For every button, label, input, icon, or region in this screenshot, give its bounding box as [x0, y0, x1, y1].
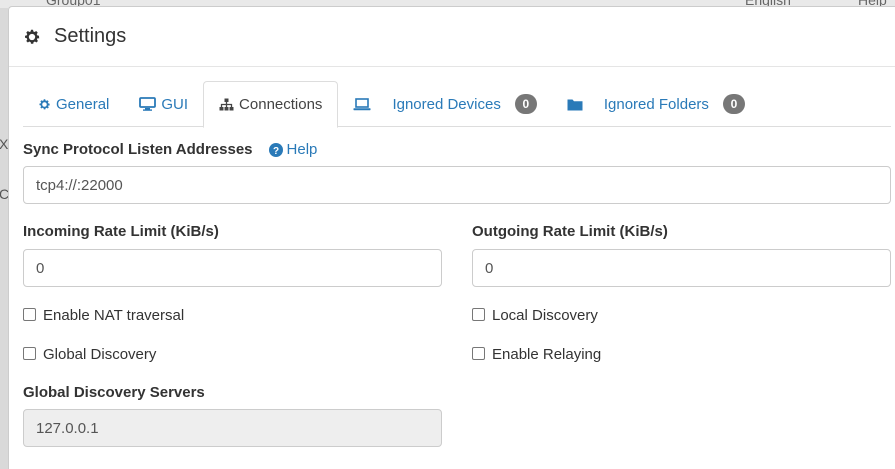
listen-addresses-input[interactable]: tcp4://:22000	[23, 166, 891, 204]
outgoing-rate-column: Outgoing Rate Limit (KiB/s) 0	[472, 223, 891, 287]
ignored-folders-count-badge: 0	[722, 94, 745, 114]
discovery-servers-value: 127.0.0.1	[36, 419, 99, 437]
svg-text:?: ?	[272, 146, 278, 157]
gear-icon	[25, 29, 40, 44]
listen-addresses-value: tcp4://:22000	[36, 176, 123, 194]
checkbox-box[interactable]	[23, 307, 36, 321]
tab-label: General	[56, 95, 110, 113]
checkbox-box[interactable]	[23, 346, 36, 360]
incoming-rate-label: Incoming Rate Limit (KiB/s)	[23, 223, 219, 240]
discovery-servers-label: Global Discovery Servers	[23, 384, 205, 401]
listen-addresses-label-row: Sync Protocol Listen Addresses ? Help	[23, 141, 891, 158]
dialog-body: General GUI Connections Ignored Devices …	[9, 67, 895, 447]
tab-label: Connections	[239, 96, 323, 113]
dialog-header: Settings	[9, 7, 895, 67]
tab-label: Ignored Devices	[392, 95, 501, 113]
monitor-icon	[139, 97, 157, 111]
incoming-rate-input[interactable]: 0	[23, 249, 442, 287]
local-discovery-label: Local Discovery	[492, 306, 598, 324]
ignored-devices-count-badge: 0	[514, 94, 537, 114]
folder-icon	[567, 99, 583, 110]
checkbox-box[interactable]	[472, 346, 485, 360]
tab-label: Ignored Folders	[603, 95, 709, 113]
dialog-title: Settings	[54, 25, 127, 47]
gear-icon	[39, 98, 50, 109]
enable-relaying-checkbox[interactable]: Enable Relaying	[472, 344, 891, 364]
tab-label: GUI	[161, 95, 189, 113]
listen-addresses-label: Sync Protocol Listen Addresses	[23, 141, 253, 158]
checkbox-row-2: Global Discovery Enable Relaying	[23, 344, 891, 364]
discovery-servers-input[interactable]: 127.0.0.1	[23, 409, 442, 447]
incoming-rate-value: 0	[36, 259, 45, 277]
help-link[interactable]: ? Help	[268, 141, 318, 158]
connections-tab-content: Sync Protocol Listen Addresses ? Help tc…	[23, 127, 891, 447]
nat-traversal-label: Enable NAT traversal	[43, 306, 185, 324]
question-circle-icon: ?	[268, 142, 283, 157]
local-discovery-checkbox[interactable]: Local Discovery	[472, 305, 891, 325]
global-discovery-label: Global Discovery	[43, 345, 157, 363]
tab-connections[interactable]: Connections	[203, 81, 339, 128]
settings-dialog: Settings General GUI Connections Ignored…	[8, 6, 895, 469]
checkbox-box[interactable]	[472, 307, 485, 321]
help-link-label: Help	[286, 141, 318, 158]
checkbox-row-1: Enable NAT traversal Local Discovery	[23, 305, 891, 325]
incoming-rate-column: Incoming Rate Limit (KiB/s) 0	[23, 223, 442, 287]
tab-general[interactable]: General	[23, 81, 124, 127]
tab-gui[interactable]: GUI	[124, 81, 203, 127]
outgoing-rate-input[interactable]: 0	[472, 249, 891, 287]
background-left-edge: X C	[0, 8, 9, 469]
rate-limit-row: Incoming Rate Limit (KiB/s) 0 Outgoing R…	[23, 223, 891, 287]
outgoing-rate-value: 0	[485, 259, 494, 277]
outgoing-rate-label: Outgoing Rate Limit (KiB/s)	[472, 223, 668, 240]
nat-traversal-checkbox[interactable]: Enable NAT traversal	[23, 305, 442, 325]
enable-relaying-label: Enable Relaying	[492, 345, 602, 363]
sitemap-icon	[219, 98, 234, 111]
global-discovery-checkbox[interactable]: Global Discovery	[23, 344, 442, 364]
tab-ignored-devices[interactable]: Ignored Devices 0	[338, 81, 551, 127]
laptop-icon	[353, 97, 371, 110]
tab-ignored-folders[interactable]: Ignored Folders 0	[552, 81, 760, 127]
settings-tabs: General GUI Connections Ignored Devices …	[23, 81, 891, 128]
